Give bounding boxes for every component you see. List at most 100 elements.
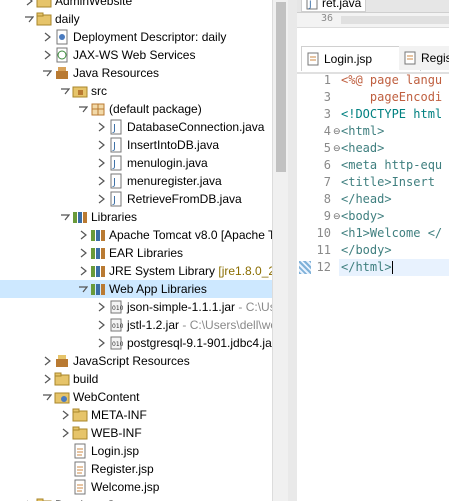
code-line[interactable]: <head> bbox=[341, 140, 384, 157]
chevron-down-icon[interactable] bbox=[42, 392, 52, 402]
project-explorer-tree[interactable]: AdminWebsite daily Deployment Descriptor: … bbox=[0, 0, 272, 501]
tree-item[interactable]: META-INF bbox=[0, 406, 272, 424]
code-line[interactable]: <html> bbox=[341, 123, 384, 140]
fold-toggle-icon[interactable]: ⊖ bbox=[333, 123, 341, 140]
fold-toggle-icon[interactable]: ⊖ bbox=[333, 140, 341, 157]
code-line[interactable]: <title>Insert bbox=[341, 174, 442, 191]
code-line[interactable]: <!DOCTYPE html bbox=[341, 106, 442, 123]
tree-item[interactable]: src bbox=[0, 82, 272, 100]
chevron-down-icon[interactable] bbox=[78, 104, 88, 114]
code-line[interactable]: <%@ page langu bbox=[341, 72, 442, 89]
chevron-right-icon[interactable] bbox=[60, 428, 70, 438]
fold-toggle-icon bbox=[333, 225, 339, 242]
tab-register-label: Registe bbox=[421, 51, 449, 65]
scrollbar-thumb[interactable] bbox=[276, 2, 286, 172]
tree-item[interactable]: Java Resources bbox=[0, 64, 272, 82]
chevron-down-icon[interactable] bbox=[78, 284, 88, 294]
chevron-right-icon[interactable] bbox=[96, 302, 106, 312]
tree-item[interactable]: 010 json-simple-1.1.1.jar - C:\Us bbox=[0, 298, 272, 316]
chevron-right-icon[interactable] bbox=[96, 194, 106, 204]
svg-text:J: J bbox=[112, 123, 116, 134]
tree-item[interactable]: Login.jsp bbox=[0, 442, 272, 460]
chevron-down-icon[interactable] bbox=[60, 86, 70, 96]
chevron-right-icon[interactable] bbox=[78, 248, 88, 258]
top-tab-label: ret.java bbox=[322, 0, 362, 10]
fold-toggle-icon bbox=[333, 259, 339, 276]
code-line[interactable]: </body> bbox=[341, 242, 392, 259]
tree-item[interactable]: 010 postgresql-9.1-901.jdbc4.jar bbox=[0, 334, 272, 352]
tree-item[interactable]: WebContent bbox=[0, 388, 272, 406]
chevron-right-icon[interactable] bbox=[60, 410, 70, 420]
tab-register-jsp[interactable]: Registe bbox=[399, 46, 449, 70]
tree-item[interactable]: (default package) bbox=[0, 100, 272, 118]
library-icon bbox=[91, 284, 105, 295]
tree-item[interactable]: JavaScript Resources bbox=[0, 352, 272, 370]
tree-item[interactable]: 010 jstl-1.2.jar - C:\Users\dell\wo bbox=[0, 316, 272, 334]
code-line[interactable]: </head> bbox=[341, 191, 392, 208]
java-file-icon: J bbox=[110, 119, 122, 135]
tree-item-label: JAX-WS Web Services bbox=[73, 48, 196, 62]
tree-item[interactable]: J RetrieveFromDB.java bbox=[0, 190, 272, 208]
tab-ret-java[interactable]: J ret.java bbox=[301, 0, 367, 12]
tree-item[interactable]: J DatabaseConnection.java bbox=[0, 118, 272, 136]
fold-toggle-icon bbox=[333, 191, 339, 208]
chevron-right-icon[interactable] bbox=[96, 122, 106, 132]
tree-item[interactable]: WEB-INF bbox=[0, 424, 272, 442]
tree-item[interactable]: Web App Libraries bbox=[0, 280, 272, 298]
chevron-right-icon[interactable] bbox=[42, 50, 52, 60]
tree-item[interactable]: DatabaseConnect bbox=[0, 496, 272, 501]
fold-toggle-icon[interactable]: ⊖ bbox=[333, 208, 341, 225]
chevron-down-icon[interactable] bbox=[42, 68, 52, 78]
library-icon bbox=[91, 248, 105, 259]
tree-item[interactable]: JAX-WS Web Services bbox=[0, 46, 272, 64]
fold-toggle-icon bbox=[333, 106, 339, 123]
tree-item[interactable]: Libraries bbox=[0, 208, 272, 226]
top-editor-tabbar: J ret.java bbox=[297, 0, 449, 13]
code-line[interactable]: <body> bbox=[341, 208, 384, 225]
tree-item[interactable]: daily bbox=[0, 10, 272, 28]
project-explorer-scrollbar[interactable] bbox=[272, 0, 289, 501]
jsp-file-icon bbox=[74, 443, 86, 459]
tree-item-label: AdminWebsite bbox=[55, 0, 133, 8]
tree-item[interactable]: Jmenuregister.java bbox=[0, 172, 272, 190]
chevron-down-icon[interactable] bbox=[60, 212, 70, 222]
chevron-right-icon[interactable] bbox=[96, 158, 106, 168]
tree-item[interactable]: Register.jsp bbox=[0, 460, 272, 478]
tree-item[interactable]: Welcome.jsp bbox=[0, 478, 272, 496]
jar-file-icon: 010 bbox=[110, 336, 124, 350]
tree-item[interactable]: Apache Tomcat v8.0 [Apache To bbox=[0, 226, 272, 244]
chevron-right-icon[interactable] bbox=[24, 0, 34, 6]
tree-item[interactable]: Deployment Descriptor: daily bbox=[0, 28, 272, 46]
tree-item-label: daily bbox=[55, 12, 80, 26]
code-line[interactable]: <meta http-equ bbox=[341, 157, 442, 174]
tree-item[interactable]: JRE System Library [jre1.8.0_201] bbox=[0, 262, 272, 280]
tree-item[interactable]: build bbox=[0, 370, 272, 388]
svg-text:J: J bbox=[112, 177, 116, 188]
code-line[interactable]: </html> bbox=[341, 259, 393, 276]
web-services-icon bbox=[56, 47, 68, 63]
tree-item[interactable]: Jmenulogin.java bbox=[0, 154, 272, 172]
chevron-right-icon[interactable] bbox=[42, 356, 52, 366]
tree-item[interactable]: J InsertIntoDB.java bbox=[0, 136, 272, 154]
svg-text:J: J bbox=[112, 159, 116, 170]
chevron-right-icon[interactable] bbox=[96, 338, 106, 348]
chevron-right-icon[interactable] bbox=[96, 176, 106, 186]
chevron-right-icon[interactable] bbox=[96, 140, 106, 150]
java-file-icon: J bbox=[110, 137, 122, 153]
chevron-right-icon[interactable] bbox=[78, 266, 88, 276]
tree-item[interactable]: AdminWebsite bbox=[0, 0, 272, 10]
svg-text:J: J bbox=[308, 0, 312, 10]
tree-item-label: src bbox=[91, 84, 107, 98]
line-number: 5 bbox=[323, 141, 331, 155]
tree-item[interactable]: EAR Libraries bbox=[0, 244, 272, 262]
code-editor[interactable]: 1 <%@ page langu 3 pageEncodi 3 <!DOCTYPE ht… bbox=[297, 72, 449, 501]
chevron-right-icon[interactable] bbox=[96, 320, 106, 330]
code-line[interactable]: <h1>Welcome </ bbox=[341, 225, 442, 242]
chevron-right-icon[interactable] bbox=[42, 374, 52, 384]
tree-item-label: jstl-1.2.jar bbox=[127, 318, 180, 332]
pane-divider[interactable] bbox=[288, 0, 297, 501]
chevron-down-icon[interactable] bbox=[24, 14, 34, 24]
chevron-right-icon[interactable] bbox=[78, 230, 88, 240]
code-line[interactable]: pageEncodi bbox=[341, 89, 442, 106]
chevron-right-icon[interactable] bbox=[42, 32, 52, 42]
